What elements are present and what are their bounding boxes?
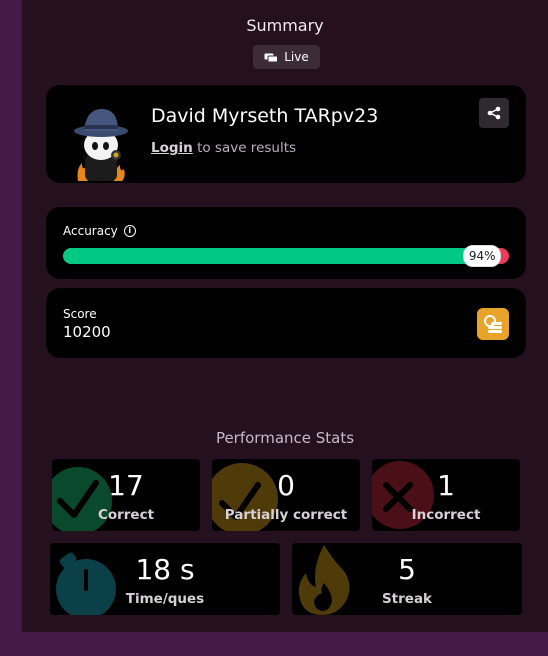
accuracy-label-group: Accuracy i <box>63 224 136 238</box>
stat-incorrect-label: Incorrect <box>411 507 481 523</box>
coins-icon <box>484 315 502 333</box>
accuracy-bar-track <box>63 248 509 264</box>
login-link[interactable]: Login <box>151 140 193 156</box>
stat-time-label: Time/ques <box>125 591 205 607</box>
score-label: Score <box>63 307 97 321</box>
share-icon <box>487 106 501 120</box>
accuracy-label: Accuracy <box>63 224 118 238</box>
stat-partial-value: 0 <box>277 469 295 502</box>
stat-correct: 17 Correct <box>52 459 200 531</box>
login-suffix: to save results <box>192 140 297 156</box>
info-icon[interactable]: i <box>123 225 136 237</box>
stat-correct-label: Correct <box>97 507 155 523</box>
coins-button[interactable] <box>477 308 509 340</box>
avatar <box>74 109 128 181</box>
stat-partially-correct: 0 Partially correct <box>212 459 360 531</box>
summary-panel: Summary Live David Myrseth TARpv23 Login… <box>22 0 548 632</box>
profile-card: David Myrseth TARpv23 Login to save resu… <box>46 85 526 183</box>
stat-streak-value: 5 <box>398 553 416 586</box>
username: David Myrseth TARpv23 <box>151 105 379 127</box>
score-value: 10200 <box>63 323 111 341</box>
live-badge: Live <box>253 45 320 69</box>
live-icon <box>264 53 279 62</box>
share-button[interactable] <box>479 98 509 128</box>
page-title: Summary <box>246 16 324 35</box>
stat-incorrect: 1 Incorrect <box>372 459 520 531</box>
stat-incorrect-value: 1 <box>437 469 455 502</box>
stat-partial-label: Partially correct <box>224 507 348 523</box>
accuracy-card: Accuracy i 94% <box>46 207 526 279</box>
accuracy-bar-fill <box>63 248 483 264</box>
performance-title: Performance Stats <box>215 429 355 447</box>
accuracy-percent: 94% <box>463 245 502 267</box>
stat-time-value: 18 s <box>135 553 195 586</box>
stat-correct-value: 17 <box>108 469 144 502</box>
score-card: Score 10200 <box>46 288 526 358</box>
stat-streak-label: Streak <box>381 591 433 607</box>
stat-streak: 5 Streak <box>292 543 522 615</box>
live-label: Live <box>284 50 309 64</box>
login-prompt: Login to save results <box>151 140 296 156</box>
stat-time-per-question: 18 s Time/ques <box>50 543 280 615</box>
